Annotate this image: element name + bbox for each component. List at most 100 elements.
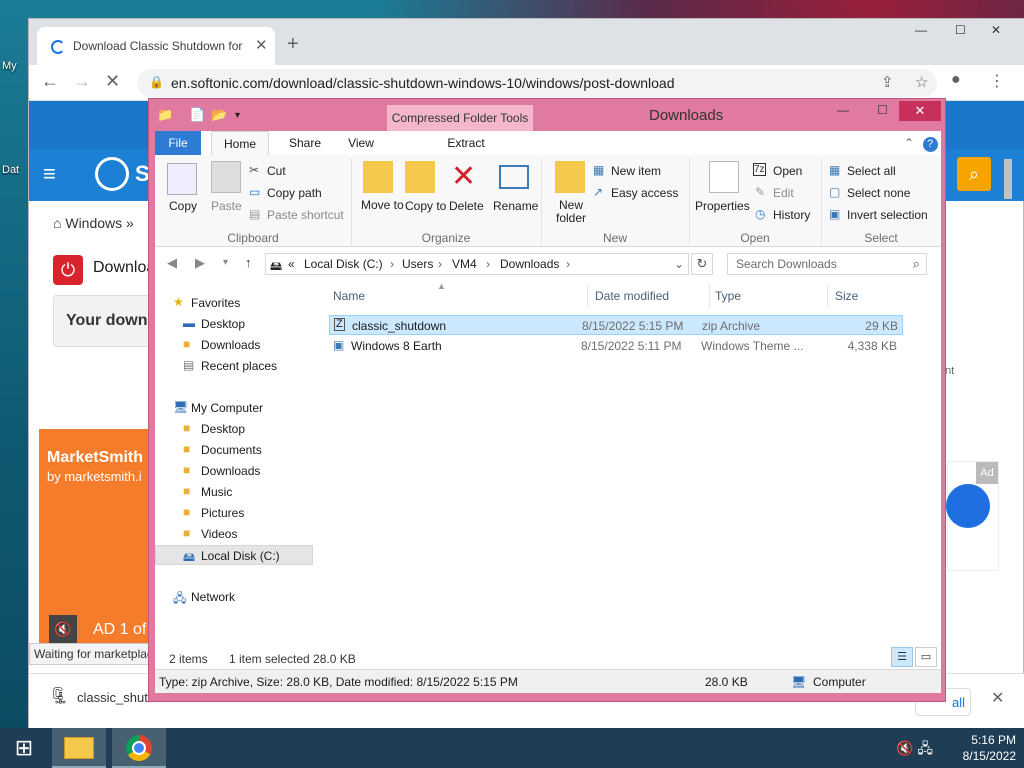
site-search-icon[interactable]: ⌕	[957, 157, 991, 191]
copy-to-button[interactable]: Copy to	[405, 199, 446, 213]
file-explorer-taskbar-icon[interactable]	[52, 728, 106, 768]
column-header-name[interactable]: Name	[333, 289, 365, 303]
ad-circle-button[interactable]	[946, 484, 990, 528]
address-part-vm4[interactable]: VM4	[452, 257, 477, 271]
easy-access-icon[interactable]: ↗	[593, 185, 603, 199]
search-placeholder[interactable]: Search Downloads	[736, 257, 837, 271]
network-icon[interactable]: 🖧	[917, 740, 933, 756]
search-box[interactable]: Search Downloads ⌕	[727, 253, 927, 275]
file-row[interactable]: Z classic_shutdown 8/15/2022 5:15 PM zip…	[329, 315, 903, 335]
paste-shortcut-icon[interactable]: ▤	[249, 207, 260, 221]
help-icon[interactable]: ?	[921, 131, 939, 155]
select-all-button[interactable]: Select all	[847, 164, 896, 178]
nav-pc-videos[interactable]: ■ Videos	[155, 524, 313, 544]
recent-locations-icon[interactable]: ▾	[223, 257, 228, 268]
copy-to-icon[interactable]	[405, 161, 435, 193]
open-icon[interactable]: 7z	[753, 163, 766, 176]
paste-button[interactable]: Paste	[211, 199, 242, 213]
chevron-down-icon[interactable]: ⌄	[674, 257, 684, 271]
quick-access-dropdown-icon[interactable]: ▾	[235, 110, 240, 121]
nav-pc-pictures[interactable]: ■ Pictures	[155, 503, 313, 523]
select-all-icon[interactable]: ▦	[829, 163, 840, 177]
shelf-file-name[interactable]: classic_shutdown	[77, 690, 149, 705]
history-button[interactable]: History	[773, 208, 810, 222]
rename-icon[interactable]	[499, 165, 529, 189]
tab-extract[interactable]: Extract	[393, 131, 539, 155]
nav-my-computer[interactable]: 🖥 My Computer	[155, 398, 313, 418]
nav-fav-downloads[interactable]: ■ Downloads	[155, 335, 313, 355]
column-header-size[interactable]: Size	[835, 289, 858, 303]
home-icon[interactable]: ⌂	[53, 215, 65, 231]
column-header-date[interactable]: Date modified	[595, 289, 669, 303]
properties-icon[interactable]	[709, 161, 739, 193]
new-folder-quick-icon[interactable]: 📂	[211, 107, 227, 123]
address-part-downloads[interactable]: Downloads	[500, 257, 559, 271]
close-window-icon[interactable]: ✕	[991, 23, 1001, 37]
back-icon[interactable]: ◀	[167, 255, 177, 271]
move-to-button[interactable]: Move to	[361, 199, 404, 212]
mute-icon[interactable]: 🔇	[49, 615, 77, 643]
page-scrollbar[interactable]	[1001, 149, 1015, 669]
close-window-icon[interactable]: ✕	[899, 101, 941, 121]
address-overflow[interactable]: «	[288, 257, 295, 271]
bookmark-star-icon[interactable]: ☆	[915, 73, 928, 91]
new-tab-button[interactable]: +	[287, 33, 299, 56]
chrome-taskbar-icon[interactable]	[112, 728, 166, 768]
profile-icon[interactable]: ●	[951, 71, 961, 89]
tab-close-icon[interactable]: ✕	[255, 36, 268, 54]
move-to-icon[interactable]	[363, 161, 393, 193]
copy-path-button[interactable]: Copy path	[267, 186, 322, 200]
nav-pc-music[interactable]: ■ Music	[155, 482, 313, 502]
select-none-button[interactable]: Select none	[847, 186, 910, 200]
chevron-right-icon[interactable]: ›	[390, 257, 394, 271]
side-ad[interactable]: Ad	[946, 461, 999, 571]
volume-muted-icon[interactable]: 🔇	[896, 740, 913, 756]
easy-access-button[interactable]: Easy access	[611, 186, 678, 200]
new-folder-button[interactable]: New folder	[551, 199, 591, 225]
url-text[interactable]: en.softonic.com/download/classic-shutdow…	[171, 75, 674, 91]
back-icon[interactable]: ←	[41, 71, 59, 92]
new-item-icon[interactable]: ▦	[593, 163, 604, 177]
details-view-icon[interactable]: ☰	[891, 647, 913, 667]
copy-button[interactable]: Copy	[169, 199, 197, 213]
forward-icon[interactable]: →	[73, 71, 91, 92]
tab-file[interactable]: File	[155, 131, 201, 155]
collapse-ribbon-icon[interactable]: ⌃	[901, 131, 917, 155]
clock[interactable]: 5:16 PM 8/15/2022	[950, 732, 1016, 764]
desktop-icon-label[interactable]: My	[2, 60, 17, 72]
tab-home[interactable]: Home	[211, 131, 269, 155]
select-none-icon[interactable]: ▢	[829, 185, 840, 199]
address-bar[interactable]: 🔒 en.softonic.com/download/classic-shutd…	[137, 69, 937, 97]
chevron-right-icon[interactable]: ›	[438, 257, 442, 271]
copy-icon[interactable]	[167, 163, 197, 195]
compressed-folder-tools-tab[interactable]: Compressed Folder Tools	[387, 105, 533, 131]
address-part-disk[interactable]: Local Disk (C:)	[304, 257, 383, 271]
column-header-type[interactable]: Type	[715, 289, 741, 303]
properties-button[interactable]: Properties	[695, 199, 750, 213]
invert-selection-icon[interactable]: ▣	[829, 207, 840, 221]
video-ad[interactable]: MarketSmith by marketsmith.i 🔇 AD 1 of	[39, 429, 151, 661]
copy-path-icon[interactable]: ▭	[249, 185, 260, 199]
nav-fav-desktop[interactable]: ▬ Desktop	[155, 314, 313, 334]
file-row[interactable]: ▣ Windows 8 Earth 8/15/2022 5:11 PM Wind…	[329, 336, 903, 356]
desktop-icon-label[interactable]: Dat	[2, 164, 19, 176]
maximize-icon[interactable]: ☐	[877, 103, 888, 117]
menu-icon[interactable]: ⋮	[989, 71, 1005, 91]
rename-button[interactable]: Rename	[493, 199, 538, 213]
explorer-title-bar[interactable]: 📁 📄 📂 ▾ Compressed Folder Tools Download…	[149, 99, 945, 131]
address-part-users[interactable]: Users	[402, 257, 433, 271]
maximize-icon[interactable]: ☐	[955, 23, 966, 37]
tab-view[interactable]: View	[333, 131, 389, 155]
breadcrumb-windows[interactable]: Windows »	[65, 215, 133, 231]
nav-pc-downloads[interactable]: ■ Downloads	[155, 461, 313, 481]
windows-start-icon[interactable]: ⊞	[0, 728, 48, 768]
folder-icon[interactable]: 📁	[157, 107, 173, 123]
chevron-right-icon[interactable]: ›	[566, 257, 570, 271]
paste-shortcut-button[interactable]: Paste shortcut	[267, 208, 344, 222]
paste-icon[interactable]	[211, 161, 241, 193]
invert-selection-button[interactable]: Invert selection	[847, 208, 928, 222]
forward-icon[interactable]: ▶	[195, 255, 205, 271]
delete-icon[interactable]: ✕	[451, 159, 476, 194]
cut-icon[interactable]: ✂	[249, 163, 259, 177]
address-bar[interactable]: 🖴 « Local Disk (C:) › Users › VM4 › Down…	[265, 253, 689, 275]
